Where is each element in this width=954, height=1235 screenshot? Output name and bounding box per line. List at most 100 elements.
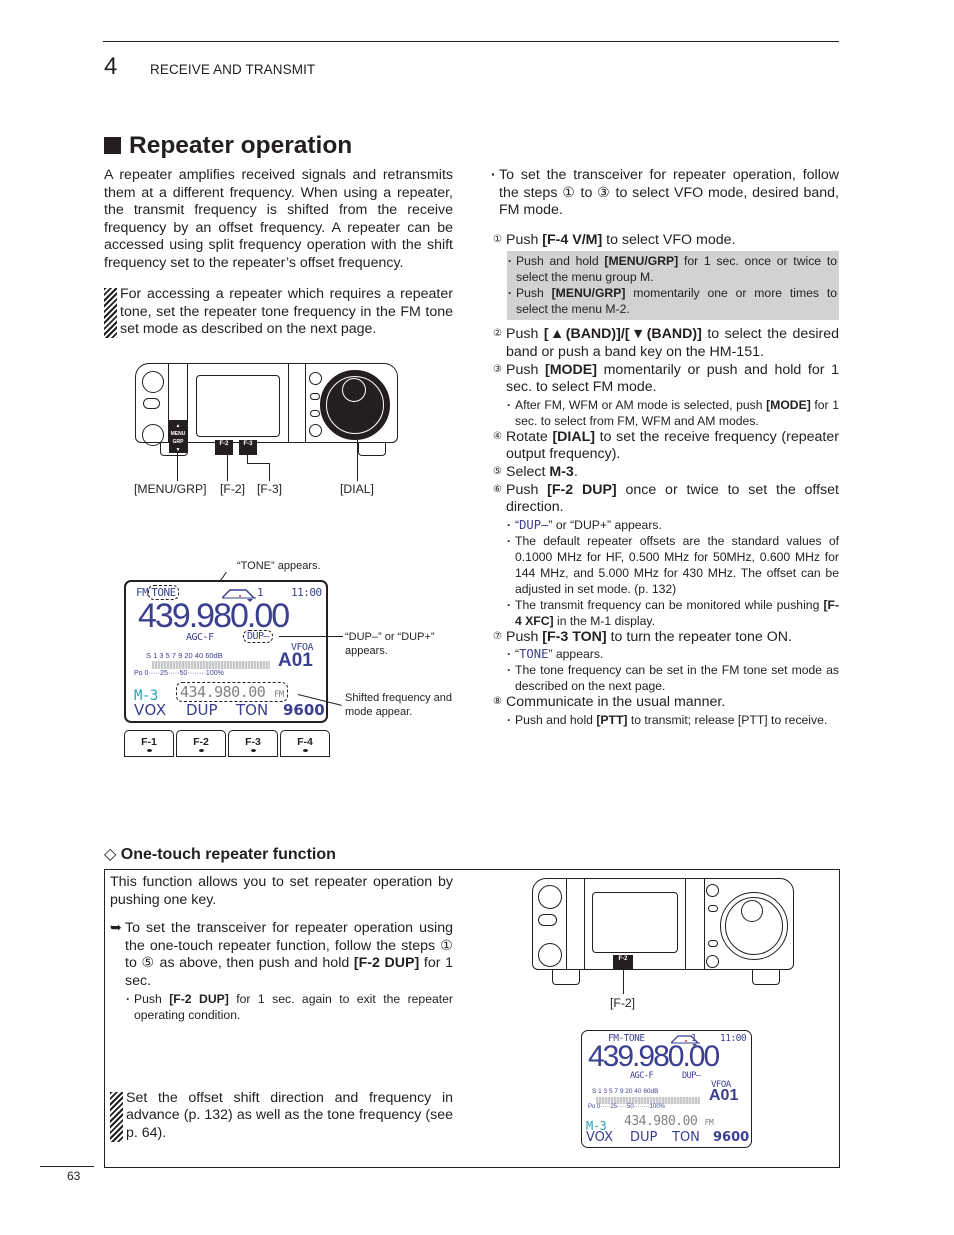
step-sub-item: Push and hold [MENU/GRP] for 1 sec. once… <box>507 253 837 285</box>
step-number: ⑥ <box>493 483 502 495</box>
step-text: Push <box>506 361 545 378</box>
lcd-clock: 11:00 <box>720 1033 747 1044</box>
display-screen <box>592 892 678 953</box>
lcd-po-scale: Po 0·····25·····50········100% <box>588 1104 666 1110</box>
lcd-s-scale: S 1 3 5 7 9 20 40 60dB <box>146 651 223 660</box>
f3-label: F-3 <box>245 736 261 748</box>
f1-label: F-1 <box>141 736 157 748</box>
step-number: ⑦ <box>493 630 502 642</box>
lcd-shift-mode: FM <box>273 690 284 700</box>
panel-divider <box>187 364 188 442</box>
side-button <box>310 410 320 417</box>
panel-divider <box>305 364 306 442</box>
section-title-text: Repeater operation <box>129 132 353 159</box>
note-hatch-icon <box>104 288 117 338</box>
dial-knob <box>720 892 788 960</box>
one-touch-note-text: Set the offset shift direction and frequ… <box>126 1089 453 1141</box>
sub-text: The tone frequency can be set in the FM … <box>515 663 839 694</box>
lcd-func-f2: DUP <box>630 1130 658 1145</box>
chapter-number: 4 <box>104 53 118 80</box>
note-hatch-icon <box>110 1091 123 1142</box>
panel-divider <box>584 879 585 969</box>
f2-key-label: F-2 <box>618 956 628 962</box>
power-button <box>538 914 557 926</box>
callout-line <box>357 440 358 481</box>
one-touch-title-text: One-touch repeater function <box>120 846 336 863</box>
section-title: Repeater operation <box>104 131 352 161</box>
f2-key: F-2 <box>613 955 633 970</box>
step-number: ⑤ <box>493 465 502 477</box>
lcd-memory: A01 <box>278 650 313 671</box>
sub-text: Push and hold <box>515 712 597 727</box>
callout-f3: [F-3] <box>257 482 283 496</box>
callout-dup: “DUP–” or “DUP+” appears. <box>345 631 435 657</box>
one-touch-intro: This function allows you to set repeater… <box>110 874 453 908</box>
sub-text: Push <box>516 286 552 301</box>
step-sub-item: After FM, WFM or AM mode is selected, pu… <box>506 397 839 429</box>
lcd-po-scale: Po 0·····25·····50········100% <box>134 670 224 677</box>
step-text: Push <box>506 481 548 498</box>
callout-tone: “TONE” appears. <box>237 560 321 572</box>
step-key: [F-4 V/M] <box>542 231 603 248</box>
step-subs: “TONE” appears.The tone frequency can be… <box>491 646 839 694</box>
lcd-dup: DUP– <box>682 1071 701 1081</box>
sub-key: DUP– <box>519 517 549 532</box>
sub-key: [MENU/GRP] <box>604 254 679 269</box>
arrow-right-icon: ➥ <box>110 920 122 936</box>
knob-af <box>142 371 164 393</box>
step-subs: Push and hold [PTT] to transmit; release… <box>491 712 839 728</box>
step-key: M-3 <box>549 463 574 480</box>
bullet-icon: · <box>491 167 496 183</box>
step-number: ② <box>493 328 502 340</box>
step-item: ⑥ Push [F-2 DUP] once or twice to set the… <box>491 482 839 517</box>
step-item: ③ Push [MODE] momentarily or push and hol… <box>491 362 839 397</box>
right-column: · To set the transceiver for repeater ope… <box>491 167 839 728</box>
instruction-key: [F-2 DUP] <box>353 955 420 972</box>
intro-paragraph: A repeater amplifies received signals an… <box>104 167 453 271</box>
square-bullet-icon <box>104 137 121 154</box>
knob-rf <box>538 943 562 967</box>
led-dot-icon <box>302 749 308 752</box>
step-key: [F-2 DUP] <box>547 481 617 498</box>
one-touch-note: Set the offset shift direction and frequ… <box>110 1090 453 1143</box>
step-item: ② Push [▲(BAND)]/[▼(BAND)] to select the … <box>491 326 839 361</box>
lcd-frequency: 439.980.00 <box>588 1040 720 1073</box>
step-sub-item: The transmit frequency can be monitored … <box>506 597 839 629</box>
side-button <box>309 424 322 437</box>
lcd-shift-frequency: 434.980.00 <box>624 1114 698 1129</box>
lcd-func-f3: TON <box>236 701 269 719</box>
menu-grp-key: ▲ MENU GRP ▼ <box>169 420 187 453</box>
side-button <box>706 884 719 897</box>
sub-text: in the M-1 display. <box>553 613 655 628</box>
one-touch-instruction: ➥ To set the transceiver for repeater op… <box>110 920 453 1023</box>
panel-divider <box>288 364 289 442</box>
step-text: Rotate <box>506 428 553 445</box>
step-subs: After FM, WFM or AM mode is selected, pu… <box>491 397 839 429</box>
lcd-clock: 11:00 <box>291 586 322 599</box>
panel-divider <box>704 879 705 969</box>
step-text: . <box>573 463 578 480</box>
one-touch-sub: Push [F-2 DUP] for 1 sec. again to exit … <box>125 991 453 1023</box>
step-subs: “DUP–” or “DUP+” appears.The default rep… <box>491 517 839 629</box>
callout-line <box>269 463 270 481</box>
step-text: Push <box>506 628 543 645</box>
step-sub-item: Push and hold [PTT] to transmit; release… <box>506 712 839 728</box>
sub-text: The transmit frequency can be monitored … <box>515 597 824 612</box>
step-sub-item: Push [MENU/GRP] momentarily one or more … <box>507 285 837 317</box>
callout-line <box>247 463 269 464</box>
lcd-frequency: 439.980.00 <box>138 597 290 635</box>
step-key: [MODE] <box>544 361 597 378</box>
s-meter-bar <box>152 661 270 669</box>
callout-line <box>227 453 228 481</box>
display-screen <box>196 375 280 437</box>
f2-button: F-2 <box>176 730 226 757</box>
f4-button: F-4 <box>280 730 330 757</box>
callout-dial: [DIAL] <box>340 482 374 496</box>
lcd-func-f1: VOX <box>134 701 167 719</box>
lcd-display: FM TONE 1 11:00 439.980.00 AGC-F DUP– VFO… <box>124 580 328 723</box>
led-dot-icon <box>146 749 152 752</box>
led-dot-icon <box>250 749 256 752</box>
step-number: ① <box>493 233 502 245</box>
sub-text: After FM, WFM or AM mode is selected, pu… <box>515 397 767 412</box>
lcd-dup: DUP– <box>243 630 274 643</box>
